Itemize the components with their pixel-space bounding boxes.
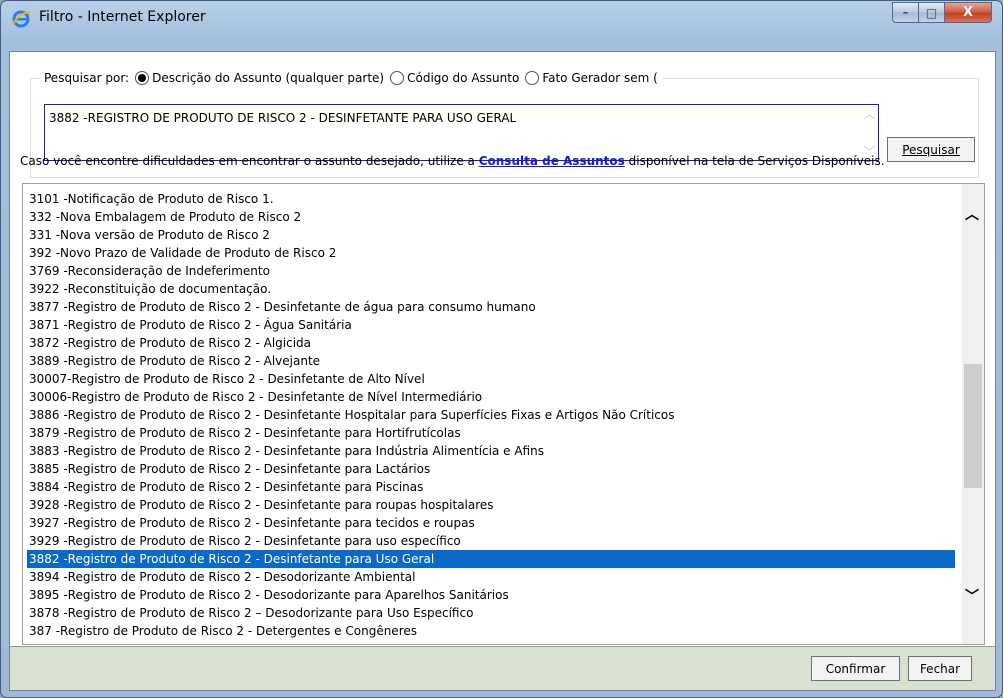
list-item[interactable]: 3928 -Registro de Produto de Risco 2 - D…: [27, 496, 955, 514]
window-title: Filtro - Internet Explorer: [39, 9, 206, 25]
list-item[interactable]: 331 -Nova versão de Produto de Risco 2: [27, 226, 955, 244]
list-item[interactable]: 3101 -Notificação de Produto de Risco 1.: [27, 190, 955, 208]
radio-description-label[interactable]: Descrição do Assunto (qualquer parte): [152, 71, 384, 85]
radio-code-label[interactable]: Código do Assunto: [407, 71, 519, 85]
chevron-down-icon[interactable]: ﹀: [965, 586, 979, 606]
radio-fato-gerador-label[interactable]: Fato Gerador sem (: [542, 71, 658, 85]
internet-explorer-icon: [12, 10, 31, 28]
maximize-button[interactable]: □: [919, 2, 945, 23]
list-item[interactable]: 332 -Nova Embalagem de Produto de Risco …: [27, 208, 955, 226]
list-item[interactable]: 387 -Registro de Produto de Risco 2 - De…: [27, 622, 955, 640]
list-item[interactable]: 392 -Novo Prazo de Validade de Produto d…: [27, 244, 955, 262]
list-item[interactable]: 3889 -Registro de Produto de Risco 2 - A…: [27, 352, 955, 370]
list-item[interactable]: 30007-Registro de Produto de Risco 2 - D…: [27, 370, 955, 388]
search-input-scrollbar[interactable]: ︿ ﹀: [861, 105, 878, 160]
list-item[interactable]: 3871 -Registro de Produto de Risco 2 - Á…: [27, 316, 955, 334]
subject-list-items: 3101 -Notificação de Produto de Risco 1.…: [27, 190, 955, 640]
title-bar[interactable]: Filtro - Internet Explorer – □ X: [1, 1, 1002, 35]
search-input-value: 3882 -REGISTRO DE PRODUTO DE RISCO 2 - D…: [49, 111, 517, 125]
search-input[interactable]: 3882 -REGISTRO DE PRODUTO DE RISCO 2 - D…: [44, 104, 879, 161]
close-icon: X: [962, 5, 974, 20]
list-item[interactable]: 3895 -Registro de Produto de Risco 2 - D…: [27, 586, 955, 604]
list-item[interactable]: 3885 -Registro de Produto de Risco 2 - D…: [27, 460, 955, 478]
list-item[interactable]: 3929 -Registro de Produto de Risco 2 - D…: [27, 532, 955, 550]
maximize-icon: □: [925, 5, 938, 20]
window-controls: – □ X: [892, 2, 992, 23]
list-item[interactable]: 3883 -Registro de Produto de Risco 2 - D…: [27, 442, 955, 460]
scroll-thumb[interactable]: [964, 364, 982, 488]
list-item[interactable]: 3879 -Registro de Produto de Risco 2 - D…: [27, 424, 955, 442]
close-button-label: Fechar: [919, 661, 961, 676]
list-item[interactable]: 3922 -Reconstituição de documentação.: [27, 280, 955, 298]
minimize-button[interactable]: –: [892, 2, 919, 23]
dialog-content: 3882 -REGISTRO DE PRODUTO DE RISCO 2 - D…: [9, 51, 996, 691]
list-item[interactable]: 3927 -Registro de Produto de Risco 2 - D…: [27, 514, 955, 532]
help-text-before: Caso você encontre dificuldades em encon…: [20, 154, 479, 168]
chevron-up-icon[interactable]: ︿: [965, 204, 979, 224]
browser-window: Filtro - Internet Explorer – □ X 3882 -R…: [0, 0, 1003, 698]
radio-code[interactable]: [390, 71, 405, 85]
confirm-button-label: Confirmar: [825, 661, 886, 676]
close-button[interactable]: Fechar: [908, 656, 972, 681]
list-item[interactable]: 3878 -Registro de Produto de Risco 2 – D…: [27, 604, 955, 622]
close-window-button[interactable]: X: [945, 2, 992, 23]
list-item[interactable]: 30006-Registro de Produto de Risco 2 - D…: [27, 388, 955, 406]
list-item[interactable]: 3769 -Reconsideração de Indeferimento: [27, 262, 955, 280]
help-text-after: disponível na tela de Serviços Disponíve…: [624, 154, 885, 168]
list-item[interactable]: 3884 -Registro de Produto de Risco 2 - D…: [27, 478, 955, 496]
subject-list[interactable]: 3101 -Notificação de Produto de Risco 1.…: [22, 183, 985, 645]
radio-description[interactable]: [135, 71, 150, 85]
search-options: Pesquisar por: Descrição do Assunto (qua…: [40, 71, 662, 85]
list-item[interactable]: 3886 -Registro de Produto de Risco 2 - D…: [27, 406, 955, 424]
list-item[interactable]: 3894 -Registro de Produto de Risco 2 - D…: [27, 568, 955, 586]
dialog-footer: Confirmar Fechar: [10, 646, 995, 690]
radio-fato-gerador[interactable]: [525, 71, 540, 85]
help-text: Caso você encontre dificuldades em encon…: [20, 154, 989, 168]
list-item[interactable]: 3882 -Registro de Produto de Risco 2 - D…: [27, 550, 955, 568]
list-scrollbar[interactable]: ︿ ﹀: [962, 184, 984, 644]
minimize-icon: –: [902, 6, 909, 19]
chevron-up-icon[interactable]: ︿: [863, 105, 875, 122]
list-item[interactable]: 3877 -Registro de Produto de Risco 2 - D…: [27, 298, 955, 316]
confirm-button[interactable]: Confirmar: [811, 656, 900, 681]
consulta-assuntos-link[interactable]: Consulta de Assuntos: [479, 154, 625, 168]
list-item[interactable]: 3872 -Registro de Produto de Risco 2 - A…: [27, 334, 955, 352]
search-by-label: Pesquisar por:: [44, 71, 130, 85]
